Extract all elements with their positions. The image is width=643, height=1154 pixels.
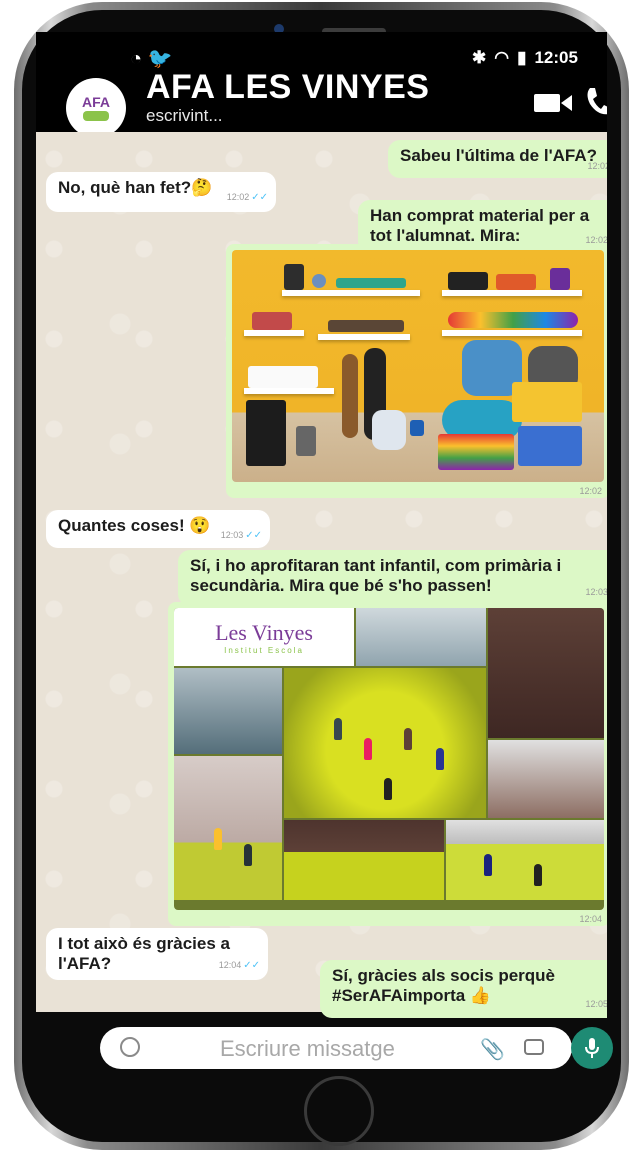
student-figure [436, 748, 444, 770]
battery-icon: ▮ [517, 48, 527, 67]
message-bubble-outgoing[interactable]: Sabeu l'última de l'AFA? 12:02 [388, 140, 607, 178]
shelf [244, 388, 334, 394]
clock-item [312, 274, 326, 288]
message-text: No, què han fet?🤔 [58, 178, 213, 197]
chat-header: ◔ 🐦 ✱ ◠ ▮ 12:05 AFA AFA LES VINYES escri… [36, 32, 607, 138]
school-logo: Les Vinyes Institut Escola [174, 608, 354, 666]
messenger-icon: ◔ [130, 48, 143, 70]
avatar-text: AFA [82, 94, 110, 110]
microphone-button[interactable] [571, 1027, 613, 1069]
photo-tile-gym [174, 668, 282, 754]
status-time: 12:05 [534, 48, 578, 67]
cushions-item [438, 434, 514, 470]
xylophone-item [328, 320, 404, 332]
message-text: Sabeu l'última de l'AFA? [400, 146, 598, 165]
message-bubble-outgoing[interactable]: Sí, i ho aprofitaran tant infantil, com … [178, 550, 607, 606]
attach-icon[interactable]: 📎 [480, 1037, 505, 1062]
message-text: Sí, gràcies als socis perquè #SerAFAimpo… [332, 966, 556, 1005]
student-figure [384, 778, 392, 800]
speaker-item [246, 400, 286, 466]
storage-box-item [518, 426, 582, 466]
toy-item [252, 312, 292, 330]
image-message[interactable]: Les Vinyes Institut Escola 12:04 [168, 602, 607, 926]
photo-tile-yellow-floor [446, 820, 604, 900]
shelf [442, 330, 582, 336]
chat-title[interactable]: AFA LES VINYES [146, 68, 429, 107]
message-time: 12:04 [579, 914, 602, 924]
photo-tile-basketball [174, 756, 282, 900]
drum-item [296, 426, 316, 456]
video-call-icon[interactable] [534, 92, 572, 114]
microphone-icon [585, 1038, 599, 1058]
twitter-icon: 🐦 [147, 48, 173, 70]
shelf [318, 334, 410, 340]
student-figure [404, 728, 412, 750]
message-bubble-incoming[interactable]: I tot això és gràcies a l'AFA? 12:04 ✓✓ [46, 928, 268, 980]
piano-item [448, 272, 488, 290]
photo-tile-activity [284, 820, 444, 900]
student-figure [484, 854, 492, 876]
shelf [282, 290, 420, 296]
typing-status: escrivint... [146, 106, 223, 125]
read-ticks-icon: ✓✓ [243, 960, 260, 971]
read-ticks-icon: ✓✓ [245, 530, 262, 541]
plotter-item [248, 366, 318, 388]
message-text: I tot això és gràcies a l'AFA? [58, 934, 230, 973]
guitar-item [342, 354, 358, 438]
electric-guitar-item [372, 410, 406, 450]
message-time: 12:02 [587, 161, 607, 171]
logo-subtitle: Institut Escola [224, 645, 304, 655]
book-item [284, 264, 304, 290]
status-bar: ✱ ◠ ▮ 12:05 [472, 48, 578, 68]
message-time: 12:04 [218, 960, 242, 970]
phone-screen: ◔ 🐦 ✱ ◠ ▮ 12:05 AFA AFA LES VINYES escri… [36, 32, 607, 1080]
hoops-item [448, 312, 578, 328]
shelf [442, 290, 582, 296]
logo-title: Les Vinyes [215, 619, 313, 645]
student-figure [534, 864, 542, 886]
student-figure [334, 718, 342, 740]
message-time: 12:02 [226, 192, 250, 202]
message-time: 12:03 [220, 530, 244, 540]
phone-call-icon[interactable] [584, 86, 607, 116]
camera-icon[interactable] [524, 1039, 544, 1055]
blocks-item [496, 274, 536, 290]
chat-area[interactable]: Sabeu l'última de l'AFA? 12:02 No, què h… [36, 132, 607, 1018]
student-figure [244, 844, 252, 866]
student-figure [214, 828, 222, 850]
message-bubble-outgoing[interactable]: Sí, gràcies als socis perquè #SerAFAimpo… [320, 960, 607, 1018]
message-text: Han comprat material per a tot l'alumnat… [370, 206, 590, 245]
image-message[interactable]: 12:02 [226, 244, 607, 498]
shelf [244, 330, 304, 336]
message-bubble-incoming[interactable]: Quantes coses! 😲 12:03 ✓✓ [46, 510, 270, 548]
photo-tile-building [356, 608, 486, 666]
school-material-photo[interactable] [232, 250, 604, 482]
message-input[interactable]: Escriure missatge [220, 1036, 395, 1062]
message-time: 12:02 [579, 486, 602, 496]
notebook-item [336, 278, 406, 288]
read-ticks-icon: ✓✓ [251, 192, 268, 203]
emoji-icon[interactable] [120, 1037, 140, 1057]
photo-tile-classroom [488, 740, 604, 818]
home-button[interactable] [304, 1076, 374, 1146]
message-bubble-incoming[interactable]: No, què han fet?🤔 12:02 ✓✓ [46, 172, 276, 212]
message-text: Quantes coses! 😲 [58, 516, 211, 535]
wifi-icon: ◠ [494, 48, 510, 67]
group-avatar[interactable]: AFA [66, 78, 126, 138]
message-time: 12:05 [585, 999, 607, 1009]
cone-item [550, 268, 570, 290]
pedal-item [410, 420, 424, 436]
stairs-item [512, 382, 582, 422]
student-figure [364, 738, 372, 760]
message-input-bar[interactable]: Escriure missatge 📎 [100, 1027, 572, 1069]
bluetooth-icon: ✱ [472, 48, 487, 67]
avatar-logo-mark [83, 111, 109, 121]
message-text: Sí, i ho aprofitaran tant infantil, com … [190, 556, 562, 595]
message-time: 12:03 [585, 587, 607, 597]
photo-tile-music [488, 608, 604, 738]
students-collage-photo[interactable]: Les Vinyes Institut Escola [174, 608, 604, 910]
